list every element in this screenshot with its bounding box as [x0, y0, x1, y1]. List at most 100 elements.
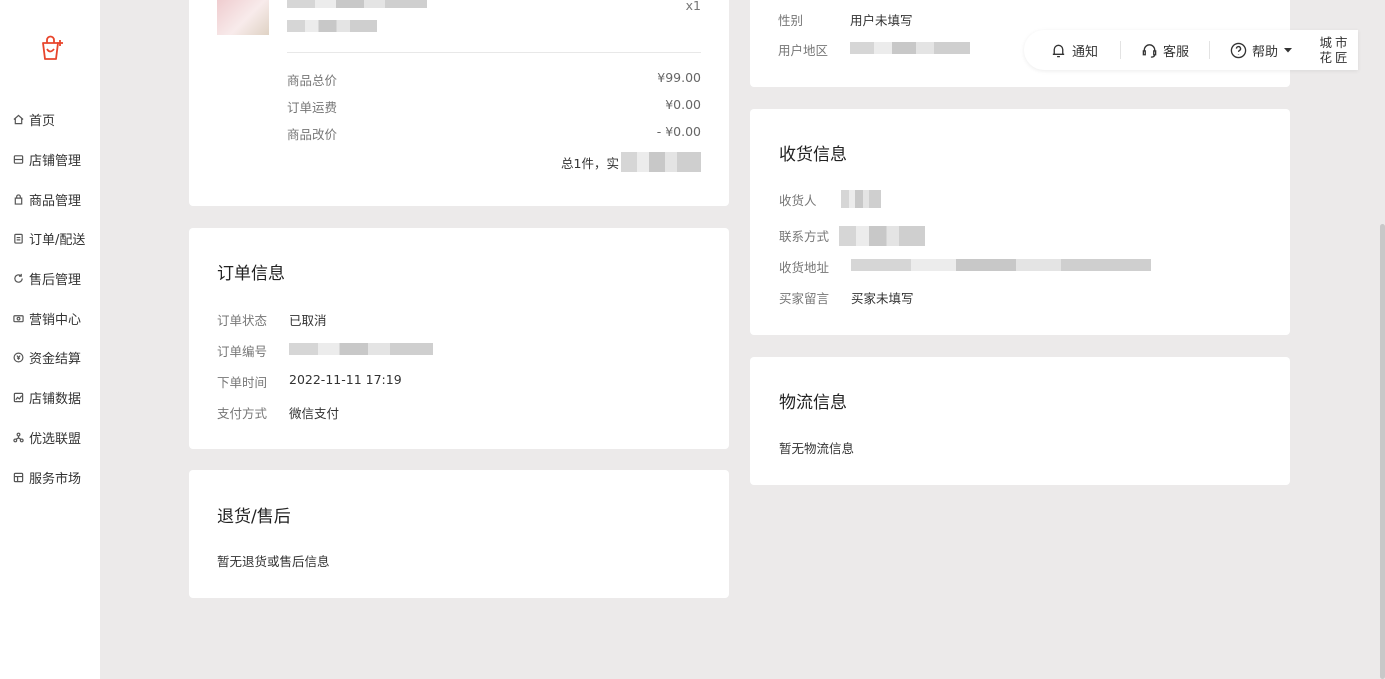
- order-icon: [12, 233, 24, 245]
- refresh-icon: [12, 273, 24, 285]
- toolbar-divider: [1209, 41, 1211, 59]
- price-value: ¥0.00: [665, 97, 701, 112]
- toolbar-divider: [1120, 41, 1122, 59]
- sidebar-item-marketing[interactable]: 营销中心: [0, 298, 100, 338]
- price-row-subtotal: 商品总价 ¥99.00: [287, 70, 701, 89]
- help-label: 帮助: [1252, 44, 1279, 60]
- logistics-empty-text: 暂无物流信息: [779, 441, 855, 456]
- customer-service-label: 客服: [1163, 44, 1190, 60]
- store-icon: [12, 154, 24, 166]
- order-time-label: 下单时间: [217, 375, 268, 390]
- sidebar-item-finance[interactable]: 资金结算: [0, 338, 100, 378]
- customer-service-button[interactable]: 客服: [1141, 41, 1189, 60]
- product-summary-card: x1 商品总价 ¥99.00 订单运费 ¥0.00 商品改价 - ¥0.00 总…: [189, 0, 729, 206]
- buyer-gender-row: 性别 用户未填写: [778, 10, 913, 29]
- order-total-label: 总1件，实: [561, 155, 619, 171]
- address-label: 收货地址: [779, 260, 830, 275]
- contact-row: 联系方式: [779, 226, 925, 246]
- product-thumbnail: [217, 0, 269, 35]
- network-icon: [12, 431, 24, 443]
- aftersale-card: 退货/售后 暂无退货或售后信息: [189, 470, 729, 598]
- price-label: 商品总价: [287, 73, 338, 88]
- logistics-card: 物流信息 暂无物流信息: [750, 357, 1290, 485]
- receiver-row: 收货人: [779, 190, 881, 209]
- headset-icon: [1142, 43, 1157, 58]
- price-row-adjustment: 商品改价 - ¥0.00: [287, 124, 701, 143]
- buyer-region-label: 用户地区: [778, 43, 829, 58]
- buyer-region-redacted: [850, 42, 970, 54]
- order-info-title: 订单信息: [217, 264, 285, 284]
- sidebar-item-label: 服务市场: [29, 471, 82, 487]
- coupon-icon: [12, 312, 24, 324]
- address-row: 收货地址: [779, 257, 1151, 276]
- sidebar-item-label: 营销中心: [29, 312, 82, 328]
- contact-redacted: [839, 226, 925, 246]
- buyer-gender-label: 性别: [778, 13, 804, 28]
- notify-button[interactable]: 通知: [1050, 41, 1098, 60]
- sidebar-item-market[interactable]: 服务市场: [0, 457, 100, 497]
- aftersale-empty-text: 暂无退货或售后信息: [217, 554, 330, 569]
- aftersale-title: 退货/售后: [217, 507, 291, 527]
- sidebar-item-label: 订单/配送: [29, 233, 86, 249]
- order-status-row: 订单状态 已取消: [217, 310, 327, 329]
- product-quantity: x1: [685, 0, 701, 13]
- bell-icon: [1052, 44, 1065, 57]
- order-total: 总1件，实: [561, 152, 701, 172]
- buyer-message-row: 买家留言 买家未填写: [779, 288, 914, 307]
- shopping-bag-icon: [42, 35, 63, 60]
- sidebar-item-data[interactable]: 店铺数据: [0, 378, 100, 418]
- buyer-gender-value: 用户未填写: [850, 13, 913, 28]
- shipping-info-title: 收货信息: [779, 145, 847, 165]
- order-time-row: 下单时间 2022-11-11 17:19: [217, 372, 402, 391]
- sidebar-item-products[interactable]: 商品管理: [0, 179, 100, 219]
- chart-icon: [12, 392, 24, 404]
- order-status-label: 订单状态: [217, 313, 268, 328]
- sidebar-item-label: 资金结算: [29, 352, 82, 368]
- caret-down-icon: [1284, 48, 1293, 53]
- help-icon: [1230, 42, 1247, 58]
- sidebar-item-alliance[interactable]: 优选联盟: [0, 418, 100, 458]
- sidebar-item-label: 首页: [29, 114, 56, 130]
- sidebar-item-label: 商品管理: [29, 193, 82, 209]
- logistics-title: 物流信息: [779, 393, 847, 413]
- bag-icon: [12, 193, 24, 205]
- notify-label: 通知: [1072, 44, 1099, 60]
- sidebar-nav: 首页 店铺管理 商品管理 订单/配送 售后管理 营销中心 资金结算 店铺数据 优…: [0, 100, 100, 497]
- sidebar-item-label: 优选联盟: [29, 431, 82, 447]
- receiver-redacted: [841, 190, 881, 208]
- price-value: ¥99.00: [657, 70, 701, 85]
- payment-method-label: 支付方式: [217, 406, 268, 421]
- divider: [287, 52, 701, 53]
- sidebar-item-aftersale[interactable]: 售后管理: [0, 259, 100, 299]
- page-scrollbar[interactable]: [1380, 224, 1385, 679]
- order-total-redacted: [621, 152, 701, 172]
- buyer-message-value: 买家未填写: [851, 291, 914, 306]
- price-row-shipping: 订单运费 ¥0.00: [287, 97, 701, 116]
- address-redacted: [851, 259, 1151, 271]
- help-dropdown[interactable]: 帮助: [1230, 41, 1293, 60]
- sidebar-item-store[interactable]: 店铺管理: [0, 140, 100, 180]
- shop-name[interactable]: 城市花匠: [1319, 35, 1351, 65]
- brand-logo[interactable]: [38, 34, 66, 62]
- price-value: - ¥0.00: [656, 124, 701, 139]
- order-number-row: 订单编号: [217, 341, 433, 360]
- order-info-card: 订单信息 订单状态 已取消 订单编号 下单时间 2022-11-11 17:19…: [189, 228, 729, 449]
- price-label: 商品改价: [287, 127, 338, 142]
- sidebar: 首页 店铺管理 商品管理 订单/配送 售后管理 营销中心 资金结算 店铺数据 优…: [0, 0, 100, 679]
- sidebar-item-orders[interactable]: 订单/配送: [0, 219, 100, 259]
- sidebar-item-label: 售后管理: [29, 273, 82, 289]
- top-toolbar: 通知 客服 帮助 城市花匠: [1024, 30, 1358, 70]
- order-status-value: 已取消: [289, 313, 327, 328]
- sidebar-item-home[interactable]: 首页: [0, 100, 100, 140]
- sidebar-item-label: 店铺数据: [29, 392, 82, 408]
- buyer-message-label: 买家留言: [779, 291, 830, 306]
- money-icon: [12, 352, 24, 364]
- payment-method-value: 微信支付: [289, 406, 340, 421]
- shipping-info-card: 收货信息 收货人 联系方式 收货地址 买家留言 买家未填写: [750, 109, 1290, 335]
- order-time-value: 2022-11-11 17:19: [289, 372, 402, 387]
- price-label: 订单运费: [287, 100, 338, 115]
- buyer-region-row: 用户地区: [778, 40, 970, 59]
- home-icon: [12, 114, 24, 126]
- order-number-redacted: [289, 343, 433, 355]
- payment-method-row: 支付方式 微信支付: [217, 403, 339, 422]
